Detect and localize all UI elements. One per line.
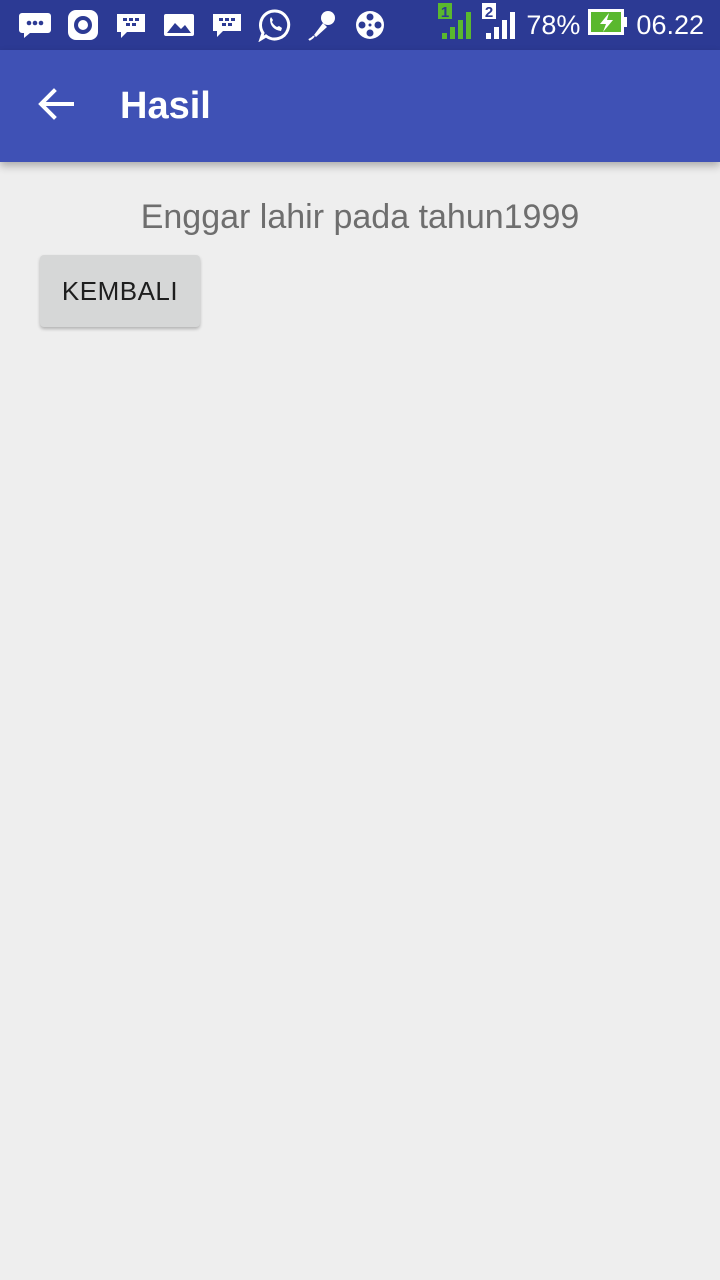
- main-content: Enggar lahir pada tahun1999 KEMBALI: [0, 162, 720, 1280]
- back-button[interactable]: [28, 78, 84, 134]
- record-icon: [66, 8, 100, 42]
- sim2-label: 2: [485, 4, 493, 21]
- whatsapp-icon: [258, 8, 292, 42]
- sim1-label: 1: [441, 4, 449, 21]
- battery-percent: 78%: [526, 9, 581, 40]
- signal-sim2-icon: 2: [482, 2, 518, 48]
- result-text: Enggar lahir pada tahun1999: [140, 198, 580, 236]
- page-title: Hasil: [120, 84, 211, 127]
- status-bar: 1 2 78% 06.22: [0, 0, 720, 50]
- kembali-button[interactable]: KEMBALI: [40, 255, 200, 327]
- bbm-icon: [210, 8, 244, 42]
- gallery-icon: [162, 8, 196, 42]
- arrow-left-icon: [38, 87, 74, 125]
- signal-sim1-icon: 1: [438, 2, 474, 48]
- status-right: 1 2 78% 06.22: [438, 0, 704, 50]
- app-bar: Hasil: [0, 50, 720, 162]
- clock: 06.22: [636, 9, 704, 40]
- film-reel-icon: [354, 8, 388, 42]
- message-icon: [18, 8, 52, 42]
- notification-icons: [0, 0, 388, 50]
- bbm-icon: [114, 8, 148, 42]
- battery-charging-icon: [588, 8, 628, 43]
- microphone-icon: [306, 8, 340, 42]
